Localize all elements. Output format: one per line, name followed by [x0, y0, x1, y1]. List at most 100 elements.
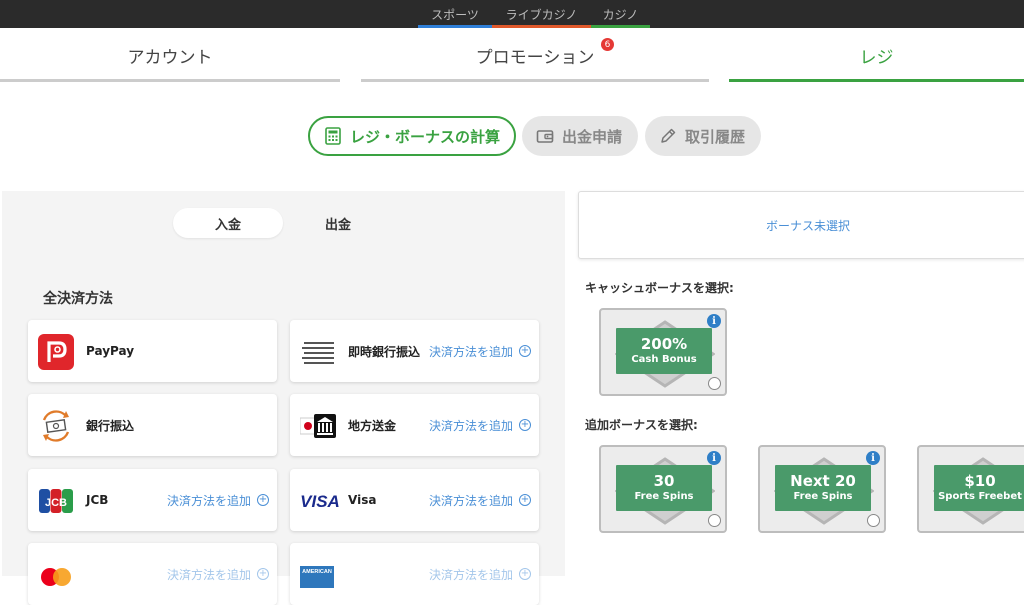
payment-method-name: Visa [348, 493, 377, 507]
bonus-card-sports-freebet[interactable]: $10 Sports Freebet [917, 445, 1024, 533]
bonus-type: Sports Freebet [938, 491, 1022, 502]
wallet-icon [536, 130, 554, 143]
bonus-card-free-spins-30[interactable]: 30 Free Spins i [599, 445, 727, 533]
tab-cashier[interactable]: レジ [729, 28, 1024, 82]
payment-method-amex[interactable]: AMERICAN 決済方法を追加 + [290, 543, 539, 605]
add-payment-method-label: 決済方法を追加 [166, 567, 251, 582]
bonus-radio[interactable] [708, 377, 721, 390]
nav-sports-label: スポーツ [431, 7, 479, 22]
bonus-plate: $10 Sports Freebet [934, 465, 1024, 511]
bonus-amount: Next 20 [790, 472, 856, 490]
plus-circle-icon: + [257, 568, 269, 580]
add-payment-method-label: 決済方法を追加 [428, 418, 513, 433]
local-remittance-logo [300, 414, 336, 438]
promotion-count-badge: 6 [601, 38, 614, 51]
bonus-radio[interactable] [867, 514, 880, 527]
jcb-logo: JCB [39, 489, 73, 513]
bank-transfer-logo [42, 410, 70, 442]
main-tabs: アカウント プロモーション 6 レジ [0, 28, 1024, 82]
add-payment-method-link[interactable]: 決済方法を追加 + [167, 543, 269, 605]
nav-casino-label: カジノ [602, 7, 639, 22]
amex-logo: AMERICAN [300, 566, 334, 588]
info-icon[interactable]: i [707, 451, 721, 465]
add-payment-method-label: 決済方法を追加 [428, 567, 513, 582]
nav-casino[interactable]: カジノ [591, 0, 650, 28]
calculator-icon [325, 127, 341, 145]
bonus-amount: $10 [964, 472, 996, 490]
tab-cashier-label: レジ [859, 47, 894, 68]
bonus-plate: 30 Free Spins [616, 465, 712, 511]
payment-method-mastercard[interactable]: 決済方法を追加 + [28, 543, 277, 605]
add-payment-method-label: 決済方法を追加 [428, 344, 513, 359]
tab-account-underline [0, 79, 340, 82]
mastercard-logo [41, 568, 71, 586]
plus-circle-icon: + [519, 568, 531, 580]
deposit-toggle[interactable]: 入金 [173, 208, 283, 238]
product-nav: スポーツ ライブカジノ カジノ [418, 0, 650, 28]
bonus-radio[interactable] [708, 514, 721, 527]
payment-method-name: 即時銀行振込 [348, 344, 421, 359]
payment-method-instant-bank[interactable]: 即時銀行振込 決済方法を追加 + [290, 320, 539, 382]
instant-bank-logo [302, 342, 334, 364]
bonus-plate: Next 20 Free Spins [775, 465, 871, 511]
subtab-transaction-history-label: 取引履歴 [685, 127, 746, 146]
plus-circle-icon: + [519, 419, 531, 431]
extra-bonus-title: 追加ボーナスを選択: [585, 418, 698, 432]
subtab-withdrawal-request[interactable]: 出金申請 [522, 116, 638, 156]
add-payment-method-link[interactable]: 決済方法を追加 + [429, 320, 531, 382]
add-payment-method-label: 決済方法を追加 [428, 493, 513, 508]
payment-method-name: PayPay [86, 344, 135, 358]
payment-method-jcb[interactable]: JCB JCB 決済方法を追加 + [28, 469, 277, 531]
pencil-icon [661, 128, 676, 143]
subtab-bonus-calculator-label: レジ・ボーナスの計算 [350, 127, 501, 146]
bonus-type: Cash Bonus [631, 354, 697, 365]
payment-method-paypay[interactable]: PayPay [28, 320, 277, 382]
tab-account[interactable]: アカウント [0, 28, 340, 82]
tab-account-label: アカウント [127, 47, 213, 68]
add-payment-method-label: 決済方法を追加 [166, 493, 251, 508]
info-icon[interactable]: i [707, 314, 721, 328]
add-payment-method-link[interactable]: 決済方法を追加 + [167, 469, 269, 531]
no-bonus-selected-text: ボーナス未選択 [765, 218, 850, 233]
add-payment-method-link[interactable]: 決済方法を追加 + [429, 469, 531, 531]
tab-promotion-underline [361, 79, 709, 82]
bonus-plate: 200% Cash Bonus [616, 328, 712, 374]
payment-method-name: 地方送金 [348, 418, 397, 433]
deposit-toggle-label: 入金 [214, 217, 241, 233]
payment-method-name: JCB [86, 493, 109, 507]
plus-circle-icon: + [519, 345, 531, 357]
all-payment-methods-title: 全決済方法 [43, 291, 113, 307]
nav-live-casino-label: ライブカジノ [505, 7, 578, 22]
payment-panel: 入金 出金 全決済方法 PayPay 即時銀行振込 決済方法を追加 + 銀行振込 [2, 191, 565, 605]
bonus-card-free-spins-next-20[interactable]: Next 20 Free Spins i [758, 445, 886, 533]
nav-sports[interactable]: スポーツ [418, 0, 492, 28]
payment-method-visa[interactable]: VISA Visa 決済方法を追加 + [290, 469, 539, 531]
withdraw-toggle[interactable]: 出金 [283, 208, 393, 238]
bonus-amount: 30 [653, 472, 675, 490]
add-payment-method-link[interactable]: 決済方法を追加 + [429, 394, 531, 456]
payment-method-name: 銀行振込 [86, 418, 135, 433]
payment-method-local-remittance[interactable]: 地方送金 決済方法を追加 + [290, 394, 539, 456]
withdraw-toggle-label: 出金 [324, 217, 351, 233]
svg-text:JCB: JCB [45, 497, 67, 509]
tab-promotion-label: プロモーション [475, 47, 595, 68]
nav-live-casino[interactable]: ライブカジノ [492, 0, 591, 28]
bonus-card-cash[interactable]: 200% Cash Bonus i [599, 308, 727, 396]
subtab-transaction-history[interactable]: 取引履歴 [645, 116, 761, 156]
payment-method-bank-transfer[interactable]: 銀行振込 [28, 394, 277, 456]
svg-text:VISA: VISA [300, 492, 340, 511]
paypay-logo [38, 334, 74, 370]
info-icon[interactable]: i [866, 451, 880, 465]
plus-circle-icon: + [519, 494, 531, 506]
tab-promotion[interactable]: プロモーション 6 [361, 28, 709, 82]
cash-bonus-title: キャッシュボーナスを選択: [585, 281, 734, 295]
subtab-withdrawal-request-label: 出金申請 [562, 127, 623, 146]
subtab-bonus-calculator[interactable]: レジ・ボーナスの計算 [308, 116, 516, 156]
plus-circle-icon: + [257, 494, 269, 506]
selected-bonus-box: ボーナス未選択 [578, 191, 1024, 259]
bonus-type: Free Spins [634, 491, 694, 502]
add-payment-method-link[interactable]: 決済方法を追加 + [429, 543, 531, 605]
visa-logo: VISA [300, 492, 340, 511]
bonus-type: Free Spins [793, 491, 853, 502]
bonus-amount: 200% [640, 335, 688, 353]
